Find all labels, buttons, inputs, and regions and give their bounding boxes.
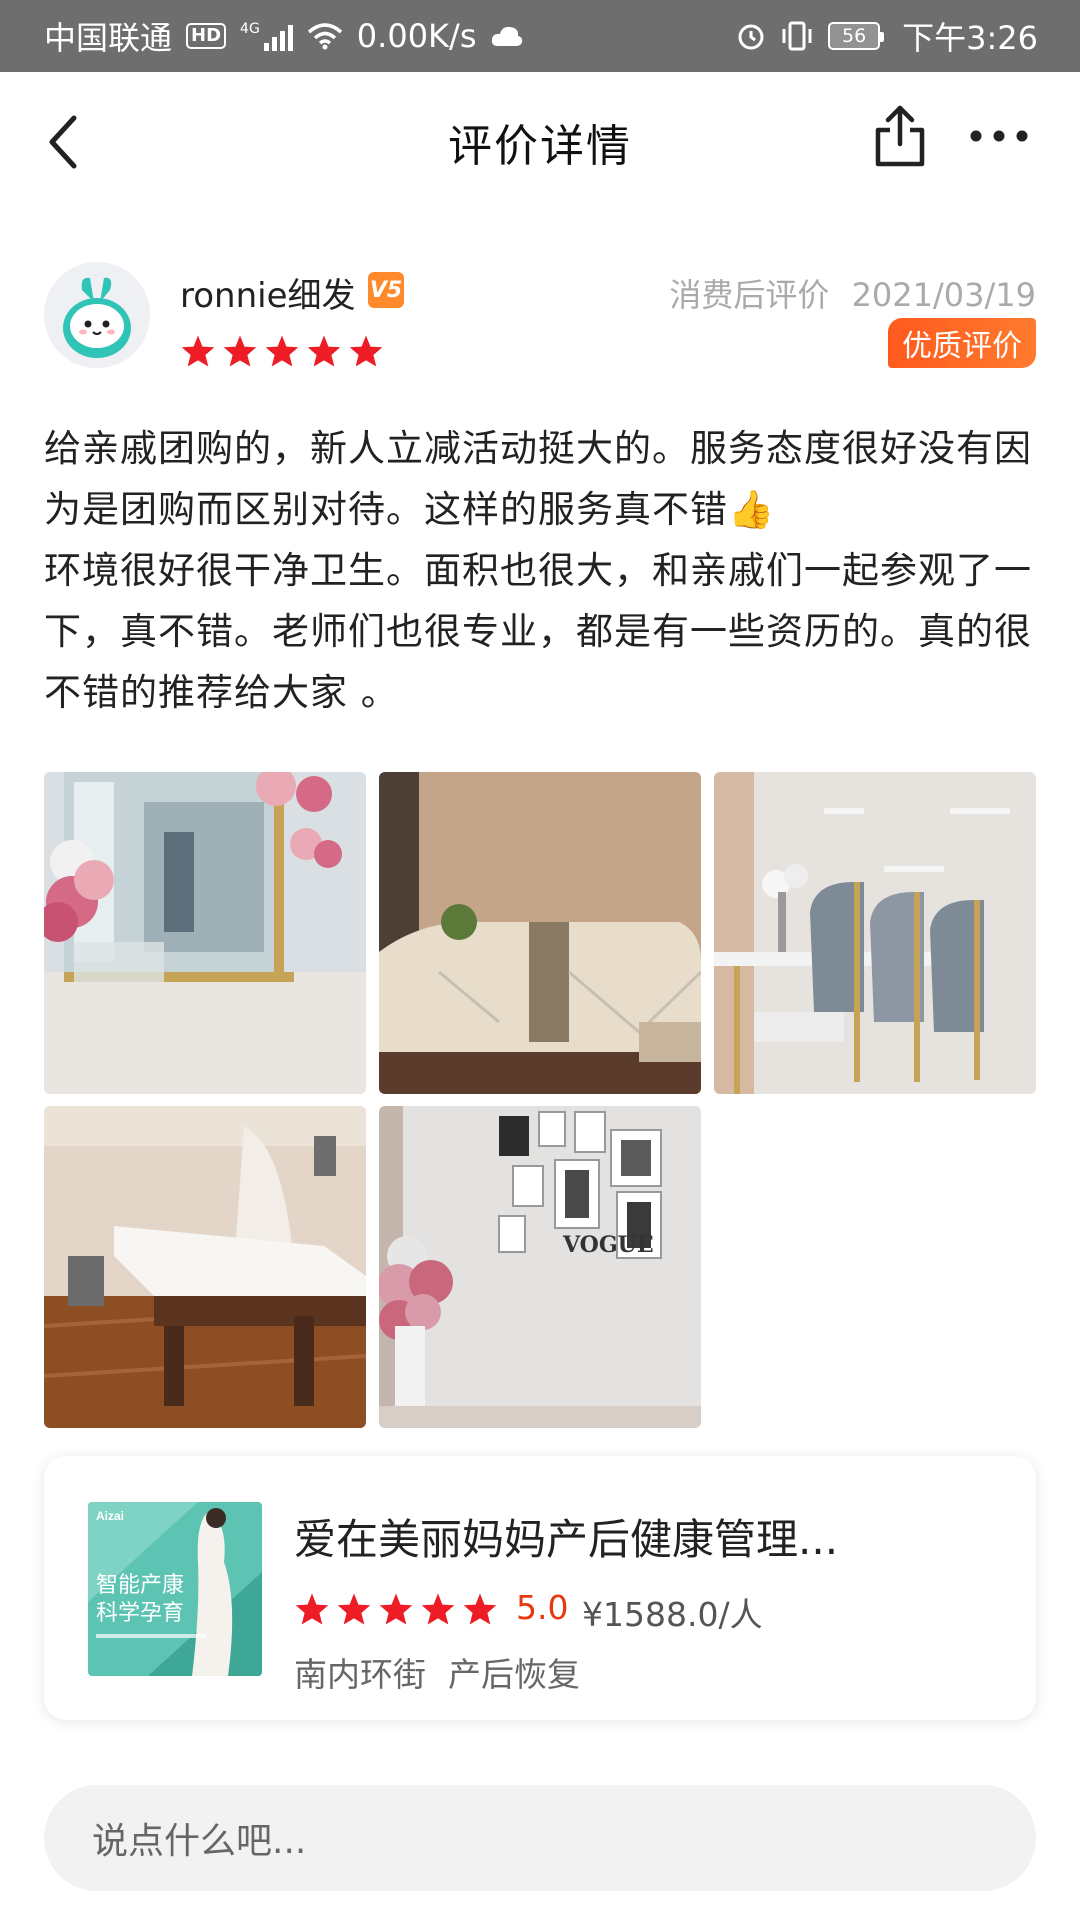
clock: 下午3:26 bbox=[902, 19, 1038, 57]
review-photo-2[interactable] bbox=[379, 772, 701, 1094]
nav-bar: 评价详情 bbox=[0, 72, 1080, 212]
avatar[interactable] bbox=[44, 262, 150, 368]
shop-area-tag: 南内环街 bbox=[294, 1655, 426, 1694]
review-text: 给亲戚团购的，新人立减活动挺大的。服务态度很好没有因为是团购而区别对待。这样的服… bbox=[44, 418, 1039, 723]
review-photo-1[interactable] bbox=[44, 772, 366, 1094]
more-icon[interactable] bbox=[968, 122, 1030, 150]
shop-card[interactable]: Aizai 智能产康 科学孕育 爱在美丽妈妈产后健康管理... 5.0 ¥158… bbox=[44, 1456, 1036, 1720]
review-photo-4[interactable] bbox=[44, 1106, 366, 1428]
shop-thumbnail: Aizai 智能产康 科学孕育 bbox=[88, 1502, 262, 1676]
star-icon bbox=[265, 335, 299, 367]
review-meta-label: 消费后评价 bbox=[669, 276, 830, 314]
review-rating bbox=[180, 334, 384, 368]
alarm-icon bbox=[738, 24, 764, 50]
review-date: 2021/03/19 bbox=[851, 276, 1036, 314]
star-icon bbox=[463, 1593, 497, 1625]
reviewer-name[interactable]: ronnie细发 bbox=[180, 268, 356, 317]
wifi-icon bbox=[307, 23, 342, 50]
comment-input[interactable]: 说点什么吧... bbox=[44, 1785, 1036, 1891]
star-icon bbox=[295, 1593, 329, 1625]
review-meta: 消费后评价 2021/03/19 bbox=[669, 270, 1036, 316]
shop-price: ¥1588.0/人 bbox=[582, 1595, 763, 1634]
star-icon bbox=[349, 335, 383, 367]
svg-text:VOGUE: VOGUE bbox=[562, 1232, 654, 1258]
vibrate-icon bbox=[782, 21, 812, 51]
shop-thumb-slogan-2: 科学孕育 bbox=[96, 1601, 184, 1626]
back-arrow-icon[interactable] bbox=[40, 110, 90, 174]
status-bar: 中国联通 HD 4G 0.00K/s 56 下午3:26 bbox=[0, 0, 1080, 72]
level-badge: V5 bbox=[368, 272, 404, 308]
star-icon bbox=[181, 335, 215, 367]
shop-thumb-brand: Aizai bbox=[96, 1509, 124, 1523]
hd-badge: HD bbox=[186, 23, 227, 49]
signal-icon bbox=[263, 21, 293, 51]
review-photo-5[interactable]: VOGUE bbox=[379, 1106, 701, 1428]
shop-score: 5.0 bbox=[516, 1588, 569, 1627]
shop-thumb-slogan-1: 智能产康 bbox=[96, 1573, 184, 1598]
star-icon bbox=[421, 1593, 455, 1625]
network-speed: 0.00K/s bbox=[356, 17, 477, 55]
quality-review-badge: 优质评价 bbox=[888, 318, 1036, 368]
star-icon bbox=[223, 335, 257, 367]
cloud-icon bbox=[492, 26, 523, 46]
network-type: 4G bbox=[240, 21, 260, 37]
shop-rating bbox=[294, 1592, 498, 1626]
carrier-label: 中国联通 bbox=[44, 19, 173, 57]
battery-icon: 56 bbox=[828, 22, 885, 50]
shop-name[interactable]: 爱在美丽妈妈产后健康管理... bbox=[294, 1506, 994, 1567]
star-icon bbox=[337, 1593, 371, 1625]
star-icon bbox=[307, 335, 341, 367]
shop-tags: 南内环街 产后恢复 bbox=[294, 1648, 580, 1696]
page-title: 评价详情 bbox=[448, 121, 632, 172]
review-photo-3[interactable] bbox=[714, 772, 1036, 1094]
star-icon bbox=[379, 1593, 413, 1625]
share-icon[interactable] bbox=[872, 102, 928, 170]
review-paragraph: 给亲戚团购的，新人立减活动挺大的。服务态度很好没有因为是团购而区别对待。这样的服… bbox=[44, 427, 1032, 531]
shop-category-tag: 产后恢复 bbox=[448, 1655, 580, 1694]
review-paragraph: 环境很好很干净卫生。面积也很大，和亲戚们一起参观了一下，真不错。老师们也很专业，… bbox=[44, 549, 1032, 714]
